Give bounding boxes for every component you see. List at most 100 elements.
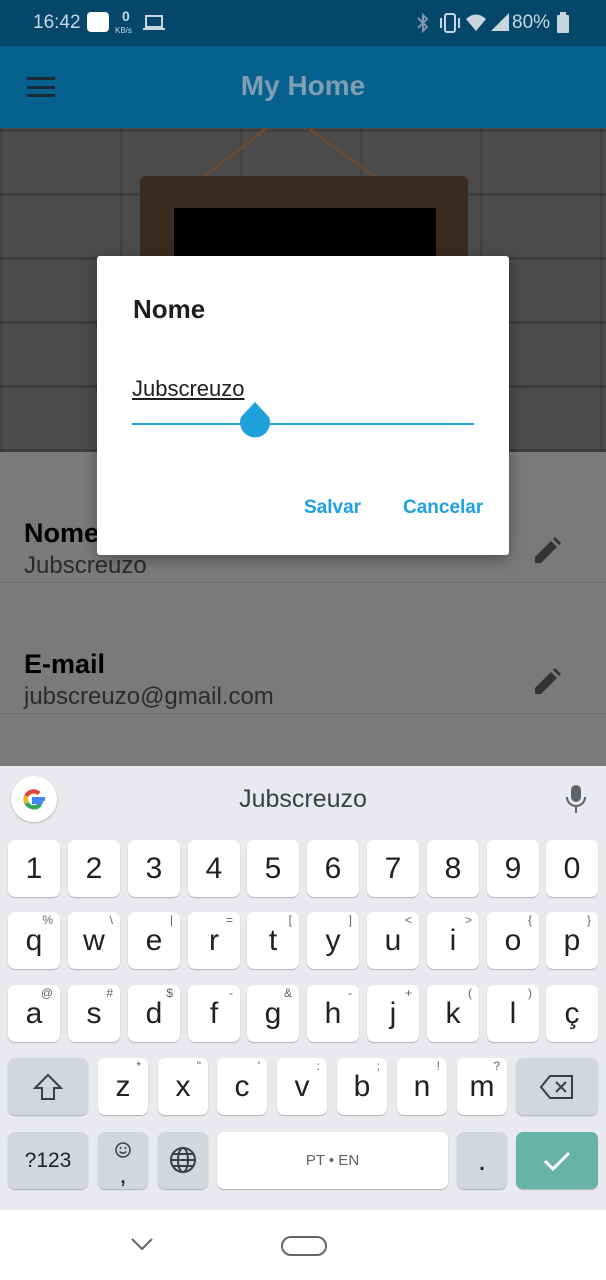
microphone-icon[interactable] [564, 784, 588, 814]
key-hint: - [229, 986, 233, 1000]
key-label: u [384, 924, 402, 957]
key-r[interactable]: r = [188, 912, 240, 969]
key-label: 3 [145, 852, 163, 885]
key-8[interactable]: 8 [427, 840, 479, 897]
key-0[interactable]: 0 [546, 840, 598, 897]
laptop-icon [143, 14, 165, 38]
key-5[interactable]: 5 [247, 840, 299, 897]
vibrate-icon [438, 12, 462, 40]
key-label: v [294, 1070, 310, 1103]
period-key[interactable]: . [457, 1132, 507, 1189]
key-d[interactable]: d $ [128, 985, 180, 1042]
key-j[interactable]: j + [367, 985, 419, 1042]
cancel-button[interactable]: Cancelar [403, 497, 483, 519]
enter-key[interactable] [516, 1132, 598, 1189]
key-label: h [324, 997, 342, 1030]
key-u[interactable]: u < [367, 912, 419, 969]
key-7[interactable]: 7 [367, 840, 419, 897]
key-label: p [563, 924, 581, 957]
symbols-key[interactable]: ?123 [8, 1132, 88, 1189]
key-hint: : [316, 1059, 320, 1073]
name-input[interactable] [132, 376, 472, 402]
key-hint: } [586, 913, 591, 927]
key-z[interactable]: z * [98, 1058, 148, 1115]
wifi-icon [465, 12, 487, 38]
key-h[interactable]: h- [307, 985, 359, 1042]
key-o[interactable]: o{ [487, 912, 539, 969]
key-label: 9 [504, 852, 522, 885]
key-hint: " [196, 1059, 201, 1073]
key-hint: ' [257, 1059, 260, 1073]
key-3[interactable]: 3 [128, 840, 180, 897]
key-x[interactable]: x " [158, 1058, 208, 1115]
key-label: 6 [324, 852, 342, 885]
key-b[interactable]: b; [337, 1058, 387, 1115]
key-4[interactable]: 4 [188, 840, 240, 897]
comma-label: , [119, 1159, 127, 1189]
profile-row-email: E-mail jubscreuzo@gmail.com [0, 583, 606, 714]
key-p[interactable]: p} [546, 912, 598, 969]
key-ç[interactable]: ç [546, 985, 598, 1042]
system-nav-bar [0, 1210, 606, 1280]
key-label: ç [564, 997, 580, 1030]
emoji-comma-key[interactable]: , [98, 1132, 148, 1189]
data-rate-unit: KB/s [115, 26, 132, 35]
key-6[interactable]: 6 [307, 840, 359, 897]
key-label: g [264, 997, 282, 1030]
key-v[interactable]: v: [277, 1058, 327, 1115]
key-label: k [445, 997, 461, 1030]
key-label: 4 [205, 852, 223, 885]
battery-percent: 80% [512, 12, 551, 33]
key-c[interactable]: c ' [217, 1058, 267, 1115]
key-hint: \ [109, 913, 113, 927]
key-label: 2 [85, 852, 103, 885]
key-g[interactable]: g & [247, 985, 299, 1042]
key-i[interactable]: i > [427, 912, 479, 969]
key-e[interactable]: e | [128, 912, 180, 969]
key-hint: ! [436, 1059, 440, 1073]
key-hint: { [527, 913, 532, 927]
key-s[interactable]: s # [68, 985, 120, 1042]
key-label: j [389, 997, 397, 1030]
key-label: w [83, 924, 105, 957]
row-label: Nome [24, 518, 100, 548]
edit-pencil-icon[interactable] [532, 536, 562, 566]
key-label: 8 [444, 852, 462, 885]
key-y[interactable]: y] [307, 912, 359, 969]
app-bar: My Home [0, 46, 606, 128]
globe-key[interactable] [158, 1132, 208, 1189]
key-label: 1 [25, 852, 43, 885]
backspace-key[interactable] [516, 1058, 598, 1115]
key-f[interactable]: f- [188, 985, 240, 1042]
key-hint: & [283, 986, 292, 1000]
shift-key[interactable] [8, 1058, 88, 1115]
key-label: n [413, 1070, 431, 1103]
space-bar[interactable]: PT • EN [217, 1132, 448, 1189]
text-cursor-handle[interactable] [238, 402, 272, 440]
home-pill-button[interactable] [281, 1236, 327, 1256]
back-chevron-icon[interactable] [130, 1236, 154, 1257]
signal-icon [490, 12, 510, 38]
key-label: s [86, 997, 102, 1030]
key-label: 0 [563, 852, 581, 885]
key-9[interactable]: 9 [487, 840, 539, 897]
key-w[interactable]: w \ [68, 912, 120, 969]
key-a[interactable]: a @ [8, 985, 60, 1042]
key-l[interactable]: l) [487, 985, 539, 1042]
key-hint: ; [376, 1059, 380, 1073]
save-button[interactable]: Salvar [304, 497, 361, 519]
key-hint: ( [468, 986, 472, 1000]
key-m[interactable]: m? [457, 1058, 507, 1115]
key-hint: ) [528, 986, 532, 1000]
suggestion-word[interactable]: Jubscreuzo [0, 785, 606, 814]
app-notification-icon [87, 12, 109, 32]
key-label: b [353, 1070, 371, 1103]
key-label: r [209, 924, 219, 957]
key-n[interactable]: n! [397, 1058, 447, 1115]
key-t[interactable]: t[ [247, 912, 299, 969]
edit-pencil-icon[interactable] [532, 667, 562, 697]
key-1[interactable]: 1 [8, 840, 60, 897]
key-2[interactable]: 2 [68, 840, 120, 897]
key-q[interactable]: q% [8, 912, 60, 969]
key-k[interactable]: k( [427, 985, 479, 1042]
